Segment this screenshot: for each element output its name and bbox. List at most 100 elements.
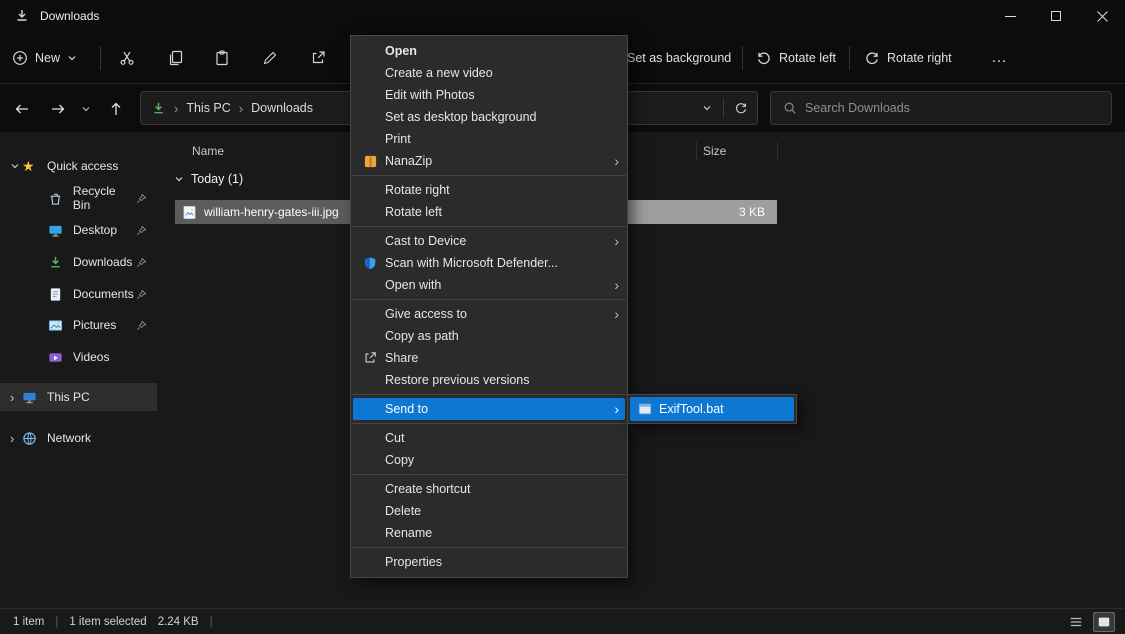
menu-item-share[interactable]: Share: [351, 347, 627, 369]
menu-item-copy-as-path[interactable]: Copy as path: [351, 325, 627, 347]
minimize-button[interactable]: [987, 0, 1033, 32]
column-name[interactable]: Name: [192, 144, 224, 158]
sidebar-item-recycle-bin[interactable]: Recycle Bin: [0, 184, 157, 212]
rotate-left-icon: [756, 50, 772, 66]
menu-item-give-access-to[interactable]: Give access to ›: [351, 303, 627, 325]
menu-item-rename[interactable]: Rename: [351, 522, 627, 544]
menu-item-nanazip[interactable]: NanaZip ›: [351, 150, 627, 172]
menu-item-restore-previous-versions[interactable]: Restore previous versions: [351, 369, 627, 391]
column-size[interactable]: Size: [703, 144, 726, 158]
breadcrumb-this-pc[interactable]: This PC: [186, 101, 230, 115]
chevron-right-icon[interactable]: ›: [0, 431, 22, 446]
menu-item-edit-with-photos[interactable]: Edit with Photos: [351, 84, 627, 106]
downloads-folder-icon: [14, 8, 30, 24]
chevron-down-icon[interactable]: [0, 161, 22, 171]
column-divider[interactable]: [696, 142, 697, 160]
new-button-label: New: [35, 51, 60, 65]
selection-count: 1 item selected: [69, 616, 146, 628]
new-button[interactable]: New: [12, 32, 77, 83]
menu-item-delete[interactable]: Delete: [351, 500, 627, 522]
item-count: 1 item: [13, 616, 44, 628]
menu-item-rotate-left[interactable]: Rotate left: [351, 201, 627, 223]
menu-item-print[interactable]: Print: [351, 128, 627, 150]
search-box[interactable]: [770, 91, 1112, 125]
column-header: Name Size: [160, 138, 1125, 164]
sidebar-item-network[interactable]: › Network: [0, 424, 157, 452]
ellipsis-icon: …: [991, 49, 1007, 67]
menu-separator: [352, 547, 626, 548]
chevron-right-icon[interactable]: ›: [0, 390, 22, 405]
up-button[interactable]: [103, 96, 129, 122]
recent-locations-chevron[interactable]: [76, 96, 96, 122]
pin-icon: [136, 193, 147, 204]
chevron-down-icon: [67, 53, 77, 63]
sidebar-item-quick-access[interactable]: ★ Quick access: [0, 152, 157, 180]
submenu-item-exiftool[interactable]: ExifTool.bat: [630, 397, 794, 421]
sidebar-item-desktop[interactable]: Desktop: [0, 216, 157, 244]
back-button[interactable]: [9, 96, 35, 122]
menu-item-create-a-new-video[interactable]: Create a new video: [351, 62, 627, 84]
refresh-button[interactable]: [724, 92, 757, 124]
search-icon: [783, 101, 797, 115]
menu-separator: [352, 299, 626, 300]
downloads-icon: [48, 255, 64, 270]
recycle-bin-icon: [48, 191, 64, 206]
paste-button[interactable]: [214, 32, 230, 83]
documents-icon: [48, 287, 64, 302]
maximize-button[interactable]: [1033, 0, 1079, 32]
cut-button[interactable]: [119, 32, 135, 83]
sidebar-item-downloads[interactable]: Downloads: [0, 248, 157, 276]
paste-icon: [214, 50, 230, 66]
close-button[interactable]: [1079, 0, 1125, 32]
menu-item-open-with[interactable]: Open with ›: [351, 274, 627, 296]
sidebar-item-videos[interactable]: Videos: [0, 343, 157, 371]
group-header-today[interactable]: Today (1): [174, 172, 243, 186]
forward-button[interactable]: [45, 96, 71, 122]
rotate-right-button[interactable]: Rotate right: [864, 32, 952, 83]
share-button[interactable]: [310, 32, 326, 83]
sidebar-item-this-pc[interactable]: › This PC: [0, 383, 157, 411]
file-size: 3 KB: [739, 205, 765, 219]
menu-item-scan-with-microsoft-defender[interactable]: Scan with Microsoft Defender...: [351, 252, 627, 274]
address-dropdown-button[interactable]: [690, 92, 723, 124]
thumbnail-view-button[interactable]: [1093, 612, 1115, 632]
rotate-left-label: Rotate left: [779, 51, 836, 65]
rename-button[interactable]: [262, 32, 278, 83]
sidebar-item-pictures[interactable]: Pictures: [0, 311, 157, 339]
copy-button[interactable]: [167, 32, 183, 83]
details-view-button[interactable]: [1065, 612, 1087, 632]
menu-item-open[interactable]: Open: [351, 40, 627, 62]
menu-item-create-shortcut[interactable]: Create shortcut: [351, 478, 627, 500]
share-icon: [363, 351, 385, 365]
pictures-icon: [48, 318, 64, 333]
submenu-arrow-icon: ›: [614, 154, 619, 168]
status-divider: |: [210, 616, 213, 628]
menu-item-properties[interactable]: Properties: [351, 551, 627, 573]
view-toggles: [1065, 612, 1115, 632]
sidebar-item-label: Desktop: [73, 223, 117, 237]
menu-item-copy[interactable]: Copy: [351, 449, 627, 471]
menu-item-cut[interactable]: Cut: [351, 427, 627, 449]
breadcrumb-separator-icon: ›: [174, 101, 178, 116]
menu-item-cast-to-device[interactable]: Cast to Device ›: [351, 230, 627, 252]
submenu-arrow-icon: ›: [614, 234, 619, 248]
set-as-background-label: Set as background: [627, 51, 731, 65]
group-label: Today (1): [191, 172, 243, 186]
more-options-button[interactable]: …: [986, 32, 1012, 83]
rotate-left-button[interactable]: Rotate left: [756, 32, 836, 83]
rotate-right-icon: [864, 50, 880, 66]
menu-separator: [352, 423, 626, 424]
sidebar-item-label: Documents: [73, 287, 134, 301]
star-icon: ★: [22, 159, 38, 173]
search-input[interactable]: [805, 101, 1085, 115]
chevron-down-icon[interactable]: [174, 174, 184, 184]
sidebar-item-documents[interactable]: Documents: [0, 280, 157, 308]
menu-separator: [352, 474, 626, 475]
menu-item-rotate-right[interactable]: Rotate right: [351, 179, 627, 201]
breadcrumb-downloads[interactable]: Downloads: [251, 101, 313, 115]
menu-item-send-to[interactable]: Send to ›: [353, 398, 625, 420]
sidebar-item-label: This PC: [47, 390, 90, 404]
column-divider[interactable]: [777, 142, 778, 160]
menu-item-set-as-desktop-background[interactable]: Set as desktop background: [351, 106, 627, 128]
defender-shield-icon: [363, 256, 385, 270]
